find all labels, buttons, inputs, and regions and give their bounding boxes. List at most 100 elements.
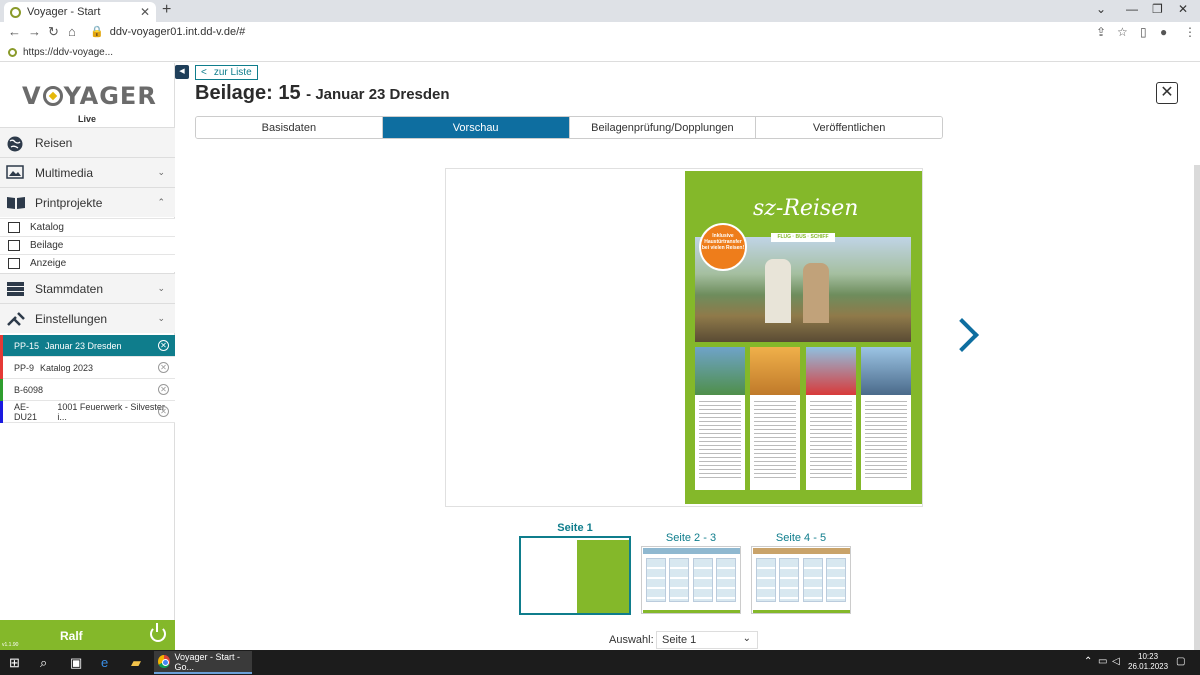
sidepanel-icon[interactable]: ▯ (1140, 25, 1147, 39)
browser-tab[interactable]: Voyager - Start ✕ (4, 2, 156, 22)
sub-item-anzeige[interactable]: Anzeige (0, 254, 175, 272)
sub-item-katalog[interactable]: Katalog (0, 218, 175, 236)
tab-basisdaten[interactable]: Basisdaten (196, 117, 383, 138)
next-page-arrow-icon[interactable] (948, 318, 976, 356)
insert-icon (8, 240, 20, 251)
sub-item-label: Beilage (30, 240, 64, 251)
taskbar-chrome-app[interactable]: Voyager - Start - Go... (154, 651, 252, 674)
thumb-label-seite1: Seite 1 (557, 522, 593, 534)
user-bar: Ralf v1.1.90 (0, 620, 175, 650)
profile-icon[interactable]: ● (1160, 25, 1167, 39)
cover-card (695, 347, 745, 490)
voyager-favicon-icon (10, 6, 21, 18)
chevron-down-icon: ⌄ (157, 283, 165, 293)
tab-search-icon[interactable]: ⌄ (1096, 2, 1106, 16)
tab-vorschau[interactable]: Vorschau (382, 117, 570, 138)
menu-einstellungen[interactable]: Einstellungen ⌄ (0, 303, 175, 333)
power-icon[interactable] (150, 623, 166, 642)
scrollbar[interactable] (1194, 165, 1200, 650)
open-item-pp15[interactable]: PP-15 Januar 23 Dresden ✕ (0, 335, 175, 357)
close-circle-icon[interactable]: ✕ (158, 362, 169, 373)
menu-dots-icon[interactable]: ⋮ (1184, 25, 1196, 39)
menu-label: Reisen (35, 135, 73, 150)
browser-tab-bar: Voyager - Start ✕ + ⌄ — ❐ ✕ (0, 0, 1200, 22)
thumb-label-seite2-3: Seite 2 - 3 (665, 532, 717, 544)
open-item-b6098[interactable]: B-6098 ✕ (0, 379, 175, 401)
menu-multimedia[interactable]: Multimedia ⌄ (0, 157, 175, 187)
search-icon[interactable]: ⌕ (40, 655, 47, 671)
globe-icon (6, 135, 26, 151)
menu-reisen[interactable]: Reisen (0, 127, 175, 157)
sub-item-beilage[interactable]: Beilage (0, 236, 175, 254)
page-select[interactable]: Seite 1 ⌄ (656, 631, 758, 649)
sub-item-label: Katalog (30, 222, 64, 233)
bookmark-item[interactable]: https://ddv-voyage... (8, 47, 113, 58)
volume-icon[interactable]: ◁ (1112, 656, 1120, 667)
forward-icon[interactable]: → (28, 24, 41, 39)
chevron-left-icon: < (201, 67, 207, 78)
close-circle-icon[interactable]: ✕ (158, 406, 169, 417)
tab-beilagenpruefung[interactable]: Beilagenprüfung/Dopplungen (569, 117, 757, 138)
open-item-pp9[interactable]: PP-9 Katalog 2023 ✕ (0, 357, 175, 379)
lock-icon: 🔒 (90, 26, 104, 38)
menu-label: Einstellungen (35, 311, 108, 326)
chevron-down-icon: ⌄ (157, 167, 165, 177)
bookmark-star-icon[interactable]: ☆ (1117, 25, 1128, 39)
page-title-sub: - Januar 23 Dresden (306, 86, 450, 103)
cover-brand: sz-Reisen (753, 196, 859, 221)
menu-label: Multimedia (35, 165, 94, 180)
open-item-label: Januar 23 Dresden (45, 340, 122, 351)
cover-card (750, 347, 800, 490)
restore-icon[interactable]: ❐ (1152, 2, 1163, 16)
status-stripe (0, 335, 3, 357)
page-select-value: Seite 1 (662, 634, 697, 646)
chrome-icon (158, 655, 170, 668)
notification-icon[interactable]: ▢ (1176, 656, 1185, 667)
sub-item-label: Anzeige (30, 258, 67, 269)
open-item-aedu21[interactable]: AE-DU21 1001 Feuerwerk - Silvester i... … (0, 401, 175, 423)
images-icon (6, 164, 26, 181)
reload-icon[interactable]: ↻ (48, 24, 59, 40)
close-circle-icon[interactable]: ✕ (158, 340, 169, 351)
user-name: Ralf (60, 629, 83, 643)
status-stripe (0, 401, 3, 423)
minimize-icon[interactable]: — (1126, 2, 1138, 16)
server-icon (6, 281, 26, 297)
back-to-list-button[interactable]: < zur Liste (195, 65, 258, 80)
status-stripe (0, 379, 3, 401)
windows-start-icon[interactable]: ⊞ (9, 655, 20, 671)
edge-icon[interactable]: e (101, 655, 108, 670)
chevron-down-icon: ⌄ (742, 633, 751, 644)
menu-stammdaten[interactable]: Stammdaten ⌄ (0, 273, 175, 303)
chevron-up-icon: ⌃ (157, 197, 165, 207)
new-tab-icon[interactable]: + (162, 1, 171, 19)
thumb-seite1[interactable] (519, 536, 631, 615)
clock[interactable]: 10:23 26.01.2023 (1128, 652, 1168, 672)
open-item-code: B-6098 (14, 384, 44, 395)
thumb-seite2-3[interactable] (641, 546, 741, 614)
cover-strip: FLUG · BUS · SCHIFF (771, 233, 835, 242)
tray-chevron-icon[interactable]: ⌃ (1084, 656, 1092, 667)
close-window-icon[interactable]: ✕ (1178, 2, 1188, 16)
network-icon[interactable]: ▭ (1098, 656, 1107, 667)
close-tab-icon[interactable]: ✕ (140, 5, 150, 19)
home-icon[interactable]: ⌂ (68, 24, 76, 39)
book-open-icon (6, 195, 26, 211)
close-circle-icon[interactable]: ✕ (158, 384, 169, 395)
share-icon[interactable]: ⇪ (1096, 25, 1106, 39)
tab-veroeffentlichen[interactable]: Veröffentlichen (756, 117, 942, 138)
url-field[interactable]: 🔒 ddv-voyager01.int.dd-v.de/# (90, 25, 245, 38)
browser-tab-title: Voyager - Start (27, 6, 101, 18)
close-button[interactable]: ✕ (1156, 82, 1178, 104)
thumb-seite4-5[interactable] (751, 546, 851, 614)
logo-subtitle: Live (78, 114, 97, 124)
open-item-label: Katalog 2023 (40, 362, 94, 373)
back-icon[interactable]: ← (8, 24, 21, 39)
tab-bar: Basisdaten Vorschau Beilagenprüfung/Dopp… (195, 116, 943, 139)
ad-icon (8, 258, 20, 269)
task-view-icon[interactable]: ▣ (70, 655, 82, 671)
status-stripe (0, 357, 3, 379)
file-explorer-icon[interactable]: ▰ (131, 655, 141, 671)
menu-printprojekte[interactable]: Printprojekte ⌃ (0, 187, 175, 217)
collapse-sidebar-button[interactable]: ◀ (175, 65, 189, 79)
